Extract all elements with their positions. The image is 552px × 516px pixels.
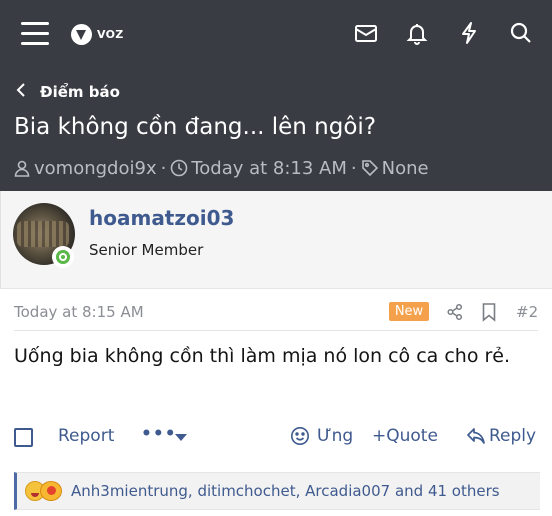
react-button[interactable]: Ưng xyxy=(290,426,353,446)
post-card: hoamatzoi03 Senior Member Today at 8:15 … xyxy=(0,191,552,516)
app-header: VOZ Điểm báo Bia không cồn đang... lên n… xyxy=(0,0,552,191)
menu-icon[interactable] xyxy=(21,22,49,46)
site-logo[interactable]: VOZ xyxy=(71,23,124,45)
avatar-image xyxy=(17,221,69,247)
thread-title: Bia không cồn đang... lên ngôi? xyxy=(14,114,377,140)
search-icon[interactable] xyxy=(508,20,534,46)
tag-icon xyxy=(361,159,379,177)
meta-separator: · xyxy=(160,157,167,179)
mail-icon[interactable] xyxy=(353,20,379,46)
bookmark-icon[interactable] xyxy=(481,302,497,322)
reply-label: Reply xyxy=(489,426,537,446)
reactions-bar[interactable]: Anh3mientrung, ditimchochet, Arcadia007 … xyxy=(14,472,540,510)
post-number[interactable]: #2 xyxy=(516,303,538,321)
select-checkbox[interactable] xyxy=(14,428,33,447)
user-icon xyxy=(13,159,31,177)
reply-icon xyxy=(467,428,485,444)
caret-down-icon[interactable] xyxy=(175,434,187,441)
post-meta: Today at 8:15 AM New #2 xyxy=(0,299,552,325)
thread-tags: None xyxy=(381,157,429,179)
user-title: Senior Member xyxy=(89,241,204,259)
chevron-left-icon xyxy=(16,83,26,101)
new-badge: New xyxy=(389,302,429,321)
post-body: Uống bia không cồn thì làm mịa nó lon cô… xyxy=(14,345,511,367)
online-status-icon xyxy=(52,246,74,268)
top-nav: VOZ xyxy=(0,0,552,70)
post-actions: Report ••• Ưng +Quote Reply xyxy=(0,424,552,452)
share-icon[interactable] xyxy=(446,303,464,321)
meta-separator: · xyxy=(350,157,357,179)
breadcrumb[interactable]: Điểm báo xyxy=(16,82,120,102)
clock-icon xyxy=(170,159,188,177)
breadcrumb-label: Điểm báo xyxy=(40,83,120,101)
thread-starter[interactable]: vomongdoi9x xyxy=(34,158,157,179)
thread-time[interactable]: Today at 8:13 AM xyxy=(191,158,347,179)
logo-text: VOZ xyxy=(97,27,124,41)
more-options-button[interactable]: ••• xyxy=(141,424,177,444)
divider xyxy=(14,330,538,331)
username[interactable]: hoamatzoi03 xyxy=(89,206,234,230)
post-author: hoamatzoi03 Senior Member xyxy=(0,191,552,289)
reaction-emoji-icons xyxy=(25,480,67,502)
love-emoji-icon xyxy=(40,481,62,501)
logo-mark xyxy=(71,23,92,45)
report-button[interactable]: Report xyxy=(58,426,114,446)
post-date[interactable]: Today at 8:15 AM xyxy=(14,303,144,321)
reply-button[interactable]: Reply xyxy=(466,426,536,446)
thread-meta: vomongdoi9x · Today at 8:13 AM · None xyxy=(13,156,429,180)
bell-icon[interactable] xyxy=(404,20,430,46)
react-label: Ưng xyxy=(317,426,354,446)
smile-icon xyxy=(291,427,309,445)
quote-button[interactable]: +Quote xyxy=(372,426,438,446)
lightning-icon[interactable] xyxy=(456,20,482,46)
reaction-names[interactable]: Anh3mientrung, ditimchochet, Arcadia007 … xyxy=(71,482,500,500)
